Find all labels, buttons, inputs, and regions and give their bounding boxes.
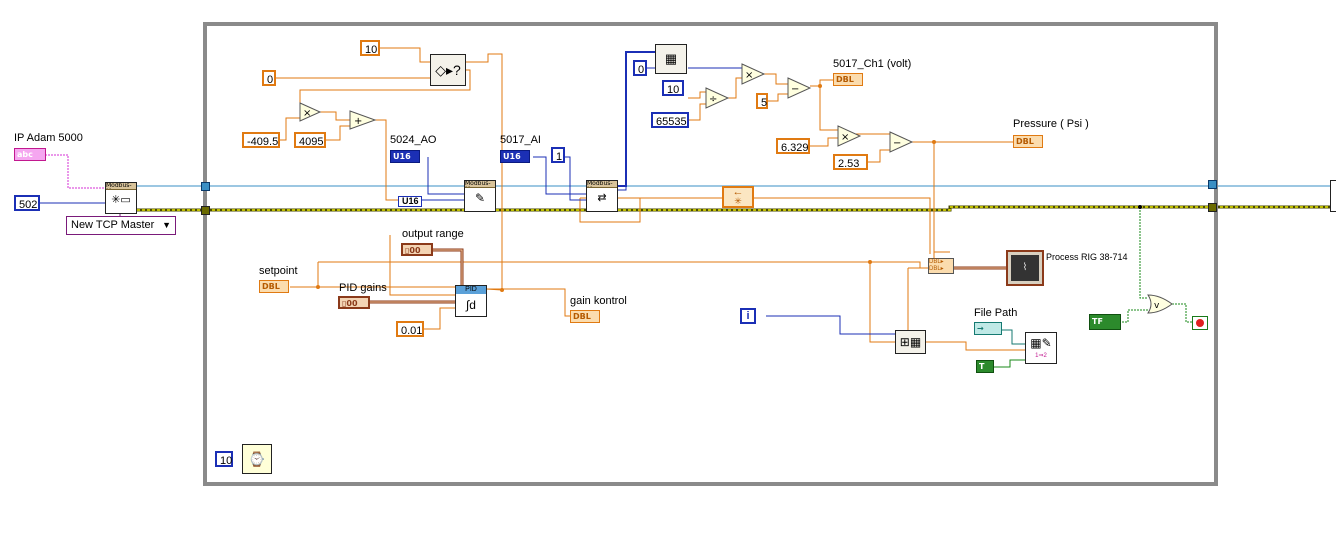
spreadsheet-write-icon: ▦✎ <box>1030 336 1052 350</box>
wait-ms-node[interactable]: ⌚ <box>242 444 272 474</box>
index-array-node[interactable]: ▦ <box>655 44 687 74</box>
build-array-icon: ⊞▦ <box>899 335 922 349</box>
sparkle-icon: ✳ <box>734 196 742 206</box>
ao-5024-label: 5024_AO <box>390 134 437 146</box>
bundle-icon: DBL▸ DBL▸ <box>929 259 944 272</box>
pencil-icon: ✎ <box>474 191 486 205</box>
select-icon: ◇▸? <box>435 62 461 78</box>
pressure-indicator[interactable]: DBL <box>1013 135 1043 148</box>
setpoint-label: setpoint <box>259 265 298 277</box>
true-constant[interactable]: T <box>976 360 994 373</box>
const-10-div[interactable]: 10 <box>662 80 684 96</box>
const-10-top[interactable]: 10 <box>360 40 380 56</box>
refnum-tunnel-right[interactable] <box>1208 180 1217 189</box>
tcp-master-value: New TCP Master <box>71 219 155 231</box>
block-diagram: × + × ÷ − × − v IP Adam 5000 5024_AO 501… <box>0 0 1336 542</box>
const-65535[interactable]: 65535 <box>651 112 689 128</box>
const-5[interactable]: 5 <box>756 93 768 109</box>
integral-icon: ∫d <box>466 298 476 312</box>
tcp-master-selector[interactable]: New TCP Master ▼ <box>66 216 176 235</box>
ip-adam-control[interactable]: abc <box>14 148 46 161</box>
const-4095[interactable]: 4095 <box>294 132 326 148</box>
ai-5017-label: 5017_AI <box>500 134 541 146</box>
write-spreadsheet-vi[interactable]: ▦✎ 1⇒2 <box>1025 332 1057 364</box>
ch1-volt-label: 5017_Ch1 (volt) <box>833 58 912 70</box>
stop-icon <box>1196 319 1204 327</box>
chart-icon: ⌇ <box>1011 255 1039 281</box>
ai-5017-control[interactable]: U16 <box>500 150 530 163</box>
pid-gains-label: PID gains <box>339 282 387 294</box>
modbus-read-vi[interactable]: Modbus-M ⇄ <box>586 180 618 212</box>
pid-vi[interactable]: PID ∫d <box>455 285 487 317</box>
const-502[interactable]: 502 <box>14 195 40 211</box>
const-1[interactable]: 1 <box>551 147 565 163</box>
const-6329[interactable]: 6.329 <box>776 138 810 154</box>
tf-control[interactable]: TF <box>1089 314 1121 330</box>
ip-adam-label: IP Adam 5000 <box>14 132 83 144</box>
modbus-write-vi[interactable]: Modbus-M ✎ <box>464 180 496 212</box>
ch1-volt-indicator[interactable]: DBL <box>833 73 863 86</box>
gain-kontrol-label: gain kontrol <box>570 295 627 307</box>
chevron-down-icon: ▼ <box>162 220 171 230</box>
output-range-label: output range <box>402 228 464 240</box>
ao-5024-control[interactable]: U16 <box>390 150 420 163</box>
const-001[interactable]: 0.01 <box>396 321 424 337</box>
ip-string-wire[interactable] <box>45 154 105 189</box>
build-array-node[interactable]: ⊞▦ <box>895 330 926 354</box>
shift-register-node[interactable]: ← ✳ <box>722 186 754 208</box>
const-253[interactable]: 2.53 <box>833 154 868 170</box>
watch-icon: ⌚ <box>248 451 266 467</box>
bundle-node[interactable]: DBL▸ DBL▸ <box>928 258 954 274</box>
const-0-array[interactable]: 0 <box>633 60 647 76</box>
output-range-control[interactable]: ▯00 <box>401 243 433 256</box>
iteration-terminal[interactable]: i <box>740 308 756 324</box>
const-10-wait[interactable]: 10 <box>215 451 233 467</box>
select-node[interactable]: ◇▸? <box>430 54 466 86</box>
waveform-chart-indicator[interactable]: ⌇ <box>1006 250 1044 286</box>
pid-gains-control[interactable]: ▯00 <box>338 296 370 309</box>
setpoint-control[interactable]: DBL <box>259 280 289 293</box>
array-grid-icon: ▦ <box>664 51 678 66</box>
refnum-tunnel-left[interactable] <box>201 182 210 191</box>
file-path-label: File Path <box>974 307 1018 319</box>
process-rig-label: Process RIG 38-714 <box>1046 252 1128 262</box>
file-icon: 1⇒2 <box>1035 353 1047 359</box>
gain-kontrol-indicator[interactable]: DBL <box>570 310 600 323</box>
const-u16[interactable]: U16 <box>398 196 422 207</box>
modbus-close-vi-partial[interactable] <box>1330 180 1336 212</box>
modbus-open-vi[interactable]: Modbus-M ✳▭ <box>105 182 137 214</box>
error-tunnel-left[interactable] <box>201 206 210 215</box>
error-tunnel-right[interactable] <box>1208 203 1217 212</box>
read-arrows-icon: ⇄ <box>597 192 607 204</box>
pressure-label: Pressure ( Psi ) <box>1013 118 1089 130</box>
const-neg409[interactable]: -409.5 <box>242 132 280 148</box>
stop-terminal[interactable] <box>1192 316 1208 330</box>
sparkle-icon: ✳▭ <box>111 194 131 206</box>
const-0[interactable]: 0 <box>262 70 276 86</box>
file-path-control[interactable]: → <box>974 322 1002 335</box>
